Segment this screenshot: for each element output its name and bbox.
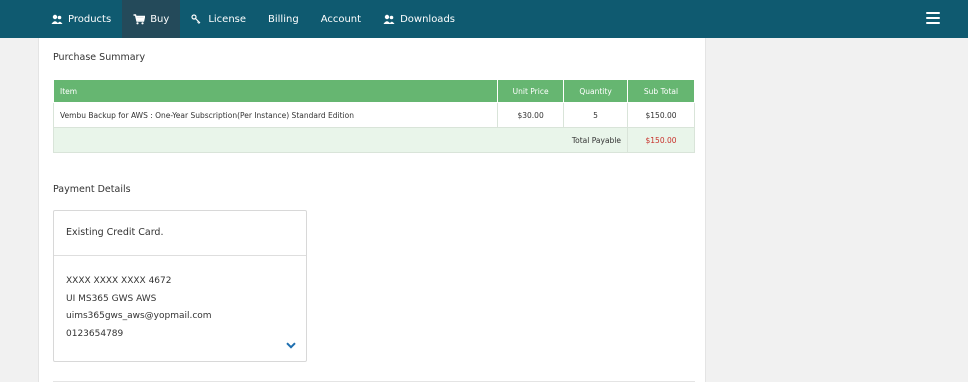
column-header-unit-price: Unit Price [497,79,565,103]
card-number: XXXX XXXX XXXX 4672 [66,276,172,286]
card-holder-name: UI MS365 GWS AWS [66,293,157,304]
nav-item-products[interactable]: Products [40,0,122,38]
cell-quantity: 5 [563,102,629,128]
nav-item-buy[interactable]: Buy [122,0,181,38]
hamburger-bar [926,17,940,19]
column-header-sub-total: Sub Total [627,79,695,103]
column-header-item: Item [52,79,499,103]
nav-item-label: Downloads [400,13,455,25]
card-body: XXXX XXXX XXXX 4672 UI MS365 GWS AWS uim… [54,256,306,343]
chevron-down-icon[interactable] [286,342,296,349]
existing-credit-card-card[interactable]: Existing Credit Card. XXXX XXXX XXXX 467… [53,210,307,362]
table-header-row: Item Unit Price Quantity Sub Total [52,79,695,103]
purchase-summary-title: Purchase Summary [53,52,146,63]
column-header-quantity: Quantity [563,79,629,103]
cell-unit-price: $30.00 [497,102,565,128]
nav-item-label: Products [68,13,112,25]
top-navbar: Products Buy License Billing Account Dow… [0,0,968,38]
hamburger-menu-icon[interactable] [926,12,940,24]
nav-item-license[interactable]: License [180,0,257,38]
main-panel: Purchase Summary Item Unit Price Quantit… [38,38,706,382]
nav-item-billing[interactable]: Billing [257,0,310,38]
hamburger-bar [926,12,940,14]
hamburger-bar [926,22,940,24]
nav-menu: Products Buy License Billing Account Dow… [40,0,466,38]
purchase-summary-table: Item Unit Price Quantity Sub Total Vembu… [52,79,695,153]
card-phone: 0123654789 [66,328,124,339]
nav-item-label: License [208,13,247,25]
key-icon [191,13,203,25]
nav-item-downloads[interactable]: Downloads [372,0,466,38]
card-header: Existing Credit Card. [54,211,306,256]
nav-item-account[interactable]: Account [310,0,372,38]
cell-sub-total: $150.00 [627,102,695,128]
people-icon [51,13,63,25]
cart-icon [133,13,146,25]
payment-details-title: Payment Details [53,184,131,195]
cell-item: Vembu Backup for AWS : One-Year Subscrip… [52,102,499,128]
nav-item-label: Buy [150,13,170,25]
total-payable-label: Total Payable [52,127,629,153]
table-row: Vembu Backup for AWS : One-Year Subscrip… [52,102,695,128]
nav-item-label: Account [320,13,362,25]
nav-item-label: Billing [268,13,299,25]
total-row: Total Payable $150.00 [52,127,695,153]
total-payable-value: $150.00 [627,127,695,153]
people-icon [383,13,395,25]
card-email: uims365gws_aws@yopmail.com [66,311,212,321]
